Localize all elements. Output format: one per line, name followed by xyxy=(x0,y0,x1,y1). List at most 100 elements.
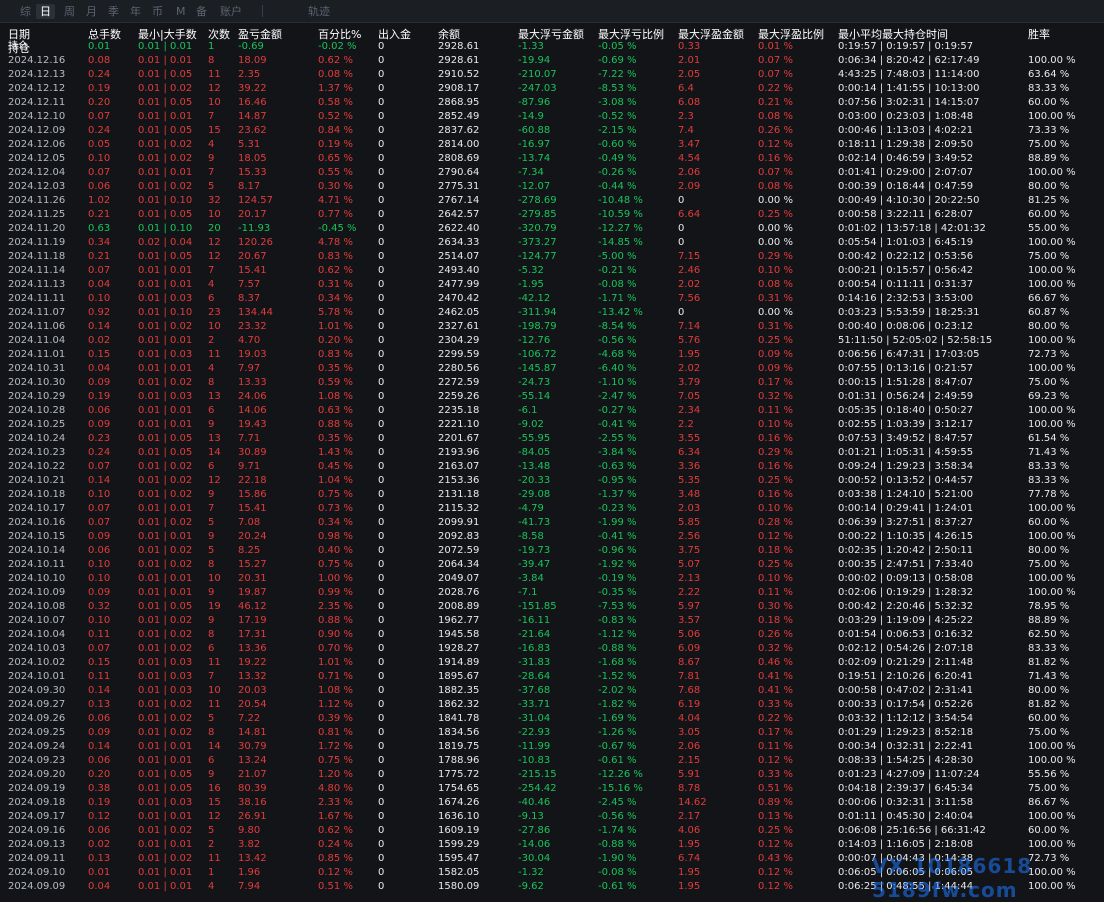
tab-overview[interactable]: 综 xyxy=(18,4,33,19)
table-row[interactable]: 2024.11.25 0.21 0.01 | 0.05 10 20.17 0.77 % 0 2… xyxy=(0,208,1104,222)
cell-cnt: 6 xyxy=(208,643,215,654)
cell-total: 0.07 xyxy=(88,461,111,472)
tab-m[interactable]: M xyxy=(174,4,188,19)
table-row[interactable]: 2024.10.07 0.10 0.01 | 0.02 9 17.19 0.88 % 0 19… xyxy=(0,614,1104,628)
table-row[interactable]: 2024.10.01 0.11 0.01 | 0.03 7 13.32 0.71 % 0 18… xyxy=(0,670,1104,684)
table-row[interactable]: 2024.09.09 0.04 0.01 | 0.01 4 7.94 0.51 % 0 158… xyxy=(0,880,1104,894)
table-row[interactable]: 2024.12.04 0.07 0.01 | 0.01 7 15.33 0.55 % 0 27… xyxy=(0,166,1104,180)
cell-mfa: -145.87 xyxy=(518,363,557,374)
tab-account[interactable]: 账户 xyxy=(218,4,244,19)
cell-pnl: 22.18 xyxy=(238,475,267,486)
table-row[interactable]: 2024.10.25 0.09 0.01 | 0.01 9 19.43 0.88 % 0 22… xyxy=(0,418,1104,432)
table-row[interactable]: 2024.12.03 0.06 0.01 | 0.02 5 8.17 0.30 % 0 277… xyxy=(0,180,1104,194)
table-row[interactable]: 2024.10.04 0.11 0.01 | 0.02 8 17.31 0.90 % 0 19… xyxy=(0,628,1104,642)
table-row[interactable]: 2024.11.19 0.34 0.02 | 0.04 12 120.26 4.78 % 0… xyxy=(0,236,1104,250)
table-row[interactable]: 2024.09.26 0.06 0.01 | 0.02 5 7.22 0.39 % 0 184… xyxy=(0,712,1104,726)
table-row[interactable]: 2024.09.25 0.09 0.01 | 0.02 8 14.81 0.81 % 0 18… xyxy=(0,726,1104,740)
tab-week[interactable]: 周 xyxy=(62,4,77,19)
table-row[interactable]: 2024.11.07 0.92 0.01 | 0.10 23 134.44 5.78 % 0… xyxy=(0,306,1104,320)
table-row[interactable]: 2024.10.29 0.19 0.01 | 0.03 13 24.06 1.08 % 0 2… xyxy=(0,390,1104,404)
table-row[interactable]: 2024.10.30 0.09 0.01 | 0.02 8 13.33 0.59 % 0 22… xyxy=(0,376,1104,390)
table-row[interactable]: 2024.10.08 0.32 0.01 | 0.05 19 46.12 2.35 % 0 2… xyxy=(0,600,1104,614)
cell-mfa: -9.13 xyxy=(518,811,544,822)
table-row[interactable]: 2024.12.09 0.24 0.01 | 0.05 15 23.62 0.84 % 0 2… xyxy=(0,124,1104,138)
cell-mpa: 2.06 xyxy=(678,741,701,752)
table-row[interactable]: 2024.09.20 0.20 0.01 | 0.05 9 21.07 1.20 % 0 17… xyxy=(0,768,1104,782)
table-row[interactable]: 2024.10.03 0.07 0.01 | 0.02 6 13.36 0.70 % 0 19… xyxy=(0,642,1104,656)
table-row[interactable]: 2024.11.04 0.02 0.01 | 0.01 2 4.70 0.20 % 0 230… xyxy=(0,334,1104,348)
table-row[interactable]: 2024.10.22 0.07 0.01 | 0.02 6 9.71 0.45 % 0 216… xyxy=(0,460,1104,474)
cell-cnt: 11 xyxy=(208,657,221,668)
table-row[interactable]: 2024.11.26 1.02 0.01 | 0.10 32 124.57 4.71 % 0… xyxy=(0,194,1104,208)
table-row[interactable]: 2024.10.10 0.10 0.01 | 0.01 10 20.31 1.00 % 0 2… xyxy=(0,572,1104,586)
table-row[interactable]: 2024.09.13 0.02 0.01 | 0.01 2 3.82 0.24 % 0 159… xyxy=(0,838,1104,852)
table-row[interactable]: 2024.10.02 0.15 0.01 | 0.03 11 19.22 1.01 % 0 1… xyxy=(0,656,1104,670)
table-row[interactable]: 2024.09.16 0.06 0.01 | 0.02 5 9.80 0.62 % 0 160… xyxy=(0,824,1104,838)
table-row[interactable]: 2024.09.11 0.13 0.01 | 0.02 11 13.42 0.85 % 0 1… xyxy=(0,852,1104,866)
table-row[interactable]: 2024.11.11 0.10 0.01 | 0.03 6 8.37 0.34 % 0 247… xyxy=(0,292,1104,306)
table-row[interactable]: 2024.11.14 0.07 0.01 | 0.01 7 15.41 0.62 % 0 24… xyxy=(0,264,1104,278)
table-row[interactable]: 2024.10.17 0.07 0.01 | 0.01 7 15.41 0.73 % 0 21… xyxy=(0,502,1104,516)
table-row[interactable]: 2024.12.13 0.24 0.01 | 0.05 11 2.35 0.08 % 0 29… xyxy=(0,68,1104,82)
position-row[interactable]: 持仓 0.01 0.01 | 0.01 1 -0.69 -0.02 % 0 2928.61 -1… xyxy=(0,40,1104,54)
table-row[interactable]: 2024.09.27 0.13 0.01 | 0.02 11 20.54 1.12 % 0 1… xyxy=(0,698,1104,712)
cell-pct: 0.70 % xyxy=(318,643,353,654)
table-row[interactable]: 2024.09.17 0.12 0.01 | 0.01 12 26.91 1.67 % 0 1… xyxy=(0,810,1104,824)
table-row[interactable]: 2024.10.28 0.06 0.01 | 0.01 6 14.06 0.63 % 0 22… xyxy=(0,404,1104,418)
table-row[interactable]: 2024.09.19 0.38 0.01 | 0.05 16 80.39 4.80 % 0 1… xyxy=(0,782,1104,796)
table-row[interactable]: 2024.10.15 0.09 0.01 | 0.01 9 20.24 0.98 % 0 20… xyxy=(0,530,1104,544)
cell-io: 0 xyxy=(378,601,385,612)
table-row[interactable]: 2024.09.10 0.01 0.01 | 0.01 1 1.96 0.12 % 0 158… xyxy=(0,866,1104,880)
cell-mfa: -4.79 xyxy=(518,503,544,514)
tab-quarter[interactable]: 季 xyxy=(106,4,121,19)
table-row[interactable]: 2024.12.12 0.19 0.01 | 0.02 12 39.22 1.37 % 0 2… xyxy=(0,82,1104,96)
table-row[interactable]: 2024.10.24 0.23 0.01 | 0.05 13 7.71 0.35 % 0 22… xyxy=(0,432,1104,446)
tab-month[interactable]: 月 xyxy=(84,4,99,19)
cell-win: 75.00 % xyxy=(1028,727,1070,738)
cell-win: 55.56 % xyxy=(1028,769,1070,780)
table-row[interactable]: 2024.12.06 0.05 0.01 | 0.02 4 5.31 0.19 % 0 281… xyxy=(0,138,1104,152)
table-row[interactable]: 2024.11.01 0.15 0.01 | 0.03 11 19.03 0.83 % 0 2… xyxy=(0,348,1104,362)
table-row[interactable]: 2024.10.21 0.14 0.01 | 0.02 12 22.18 1.04 % 0 2… xyxy=(0,474,1104,488)
table-row[interactable]: 2024.09.24 0.14 0.01 | 0.01 14 30.79 1.72 % 0 1… xyxy=(0,740,1104,754)
cell-mpr: 0.12 % xyxy=(758,531,793,542)
cell-io: 0 xyxy=(378,209,385,220)
cell-date: 2024.09.27 xyxy=(8,699,66,710)
cell-io: 0 xyxy=(378,223,385,234)
table-row[interactable]: 2024.09.30 0.14 0.01 | 0.03 10 20.03 1.08 % 0 1… xyxy=(0,684,1104,698)
cell-date: 2024.10.22 xyxy=(8,461,66,472)
table-row[interactable]: 2024.12.10 0.07 0.01 | 0.01 7 14.87 0.52 % 0 28… xyxy=(0,110,1104,124)
table-row[interactable]: 2024.09.18 0.19 0.01 | 0.03 15 38.16 2.33 % 0 1… xyxy=(0,796,1104,810)
cell-pct: 0.24 % xyxy=(318,839,353,850)
table-row[interactable]: 2024.11.18 0.21 0.01 | 0.05 12 20.67 0.83 % 0 2… xyxy=(0,250,1104,264)
cell-mpa: 3.05 xyxy=(678,727,701,738)
table-row[interactable]: 2024.10.09 0.09 0.01 | 0.01 9 19.87 0.99 % 0 20… xyxy=(0,586,1104,600)
table-row[interactable]: 2024.12.16 0.08 0.01 | 0.01 8 18.09 0.62 % 0 29… xyxy=(0,54,1104,68)
cell-mfr: -8.54 % xyxy=(598,321,637,332)
table-row[interactable]: 2024.11.06 0.14 0.01 | 0.02 10 23.32 1.01 % 0 2… xyxy=(0,320,1104,334)
table-row[interactable]: 2024.12.05 0.10 0.01 | 0.02 9 18.05 0.65 % 0 28… xyxy=(0,152,1104,166)
cell-mm: 0.01 | 0.01 xyxy=(138,503,193,514)
tab-trajectory[interactable]: 轨迹 xyxy=(306,4,332,19)
table-row[interactable]: 2024.10.31 0.04 0.01 | 0.01 4 7.97 0.35 % 0 228… xyxy=(0,362,1104,376)
cell-pnl: 19.87 xyxy=(238,587,267,598)
table-row[interactable]: 2024.10.16 0.07 0.01 | 0.02 5 7.08 0.34 % 0 209… xyxy=(0,516,1104,530)
tab-currency[interactable]: 币 xyxy=(150,4,165,19)
table-row[interactable]: 2024.11.13 0.04 0.01 | 0.01 4 7.57 0.31 % 0 247… xyxy=(0,278,1104,292)
cell-total: 0.06 xyxy=(88,755,111,766)
table-row[interactable]: 2024.10.14 0.06 0.01 | 0.02 5 8.25 0.40 % 0 207… xyxy=(0,544,1104,558)
tab-year[interactable]: 年 xyxy=(128,4,143,19)
table-row[interactable]: 2024.11.20 0.63 0.01 | 0.10 20 -11.93 -0.45 %… xyxy=(0,222,1104,236)
table-row[interactable]: 2024.10.23 0.24 0.01 | 0.05 14 30.89 1.43 % 0 2… xyxy=(0,446,1104,460)
cell-pct: 1.00 % xyxy=(318,573,353,584)
cell-win: 80.00 % xyxy=(1028,181,1070,192)
table-row[interactable]: 2024.12.11 0.20 0.01 | 0.05 10 16.46 0.58 % 0 2… xyxy=(0,96,1104,110)
cell-cnt: 15 xyxy=(208,125,221,136)
cell-pnl: 8.25 xyxy=(238,545,261,556)
tab-notes[interactable]: 备 xyxy=(194,4,209,19)
tab-day[interactable]: 日 xyxy=(36,4,55,19)
table-row[interactable]: 2024.10.11 0.10 0.01 | 0.02 8 15.27 0.75 % 0 20… xyxy=(0,558,1104,572)
table-row[interactable]: 2024.09.23 0.06 0.01 | 0.01 6 13.24 0.75 % 0 17… xyxy=(0,754,1104,768)
table-row[interactable]: 2024.10.18 0.10 0.01 | 0.02 9 15.86 0.75 % 0 21… xyxy=(0,488,1104,502)
cell-io: 0 xyxy=(378,41,385,52)
